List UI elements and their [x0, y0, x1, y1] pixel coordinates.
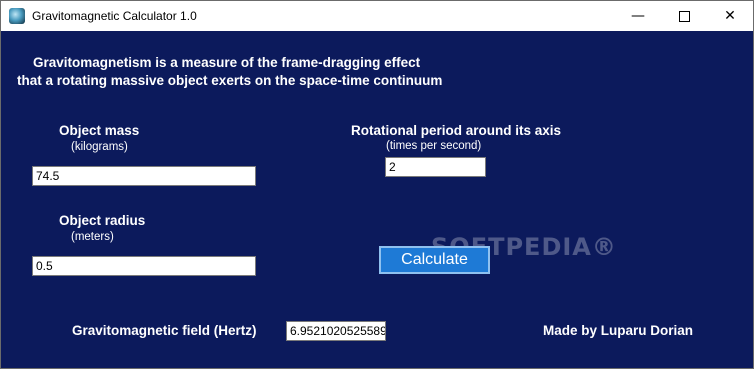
app-window: Gravitomagnetic Calculator 1.0 — ✕ Gravi… [0, 0, 754, 369]
title-bar[interactable]: Gravitomagnetic Calculator 1.0 — ✕ [1, 1, 753, 31]
radius-label: Object radius [59, 213, 146, 228]
radius-input[interactable]: 0.5 [32, 256, 256, 276]
minimize-button[interactable]: — [615, 1, 661, 31]
close-button[interactable]: ✕ [707, 1, 753, 31]
intro-line-1: Gravitomagnetism is a measure of the fra… [33, 55, 421, 70]
minimize-icon: — [631, 8, 645, 24]
radius-unit-label: (meters) [71, 231, 114, 243]
app-icon [9, 8, 25, 24]
period-unit-label: (times per second) [386, 140, 482, 152]
mass-unit-label: (kilograms) [71, 141, 128, 153]
calculate-button[interactable]: Calculate [379, 246, 490, 274]
credit-label: Made by Luparu Dorian [543, 323, 694, 338]
maximize-button[interactable] [661, 1, 707, 31]
result-output[interactable]: 6.95210205255891 [286, 321, 386, 341]
mass-input[interactable]: 74.5 [32, 166, 256, 186]
close-icon: ✕ [724, 8, 736, 24]
maximize-icon [678, 10, 690, 22]
period-input[interactable]: 2 [385, 157, 486, 177]
window-title: Gravitomagnetic Calculator 1.0 [32, 9, 197, 23]
period-label: Rotational period around its axis [351, 123, 562, 138]
mass-label: Object mass [59, 123, 140, 138]
result-label: Gravitomagnetic field (Hertz) [72, 323, 257, 338]
intro-line-2: that a rotating massive object exerts on… [17, 73, 443, 88]
